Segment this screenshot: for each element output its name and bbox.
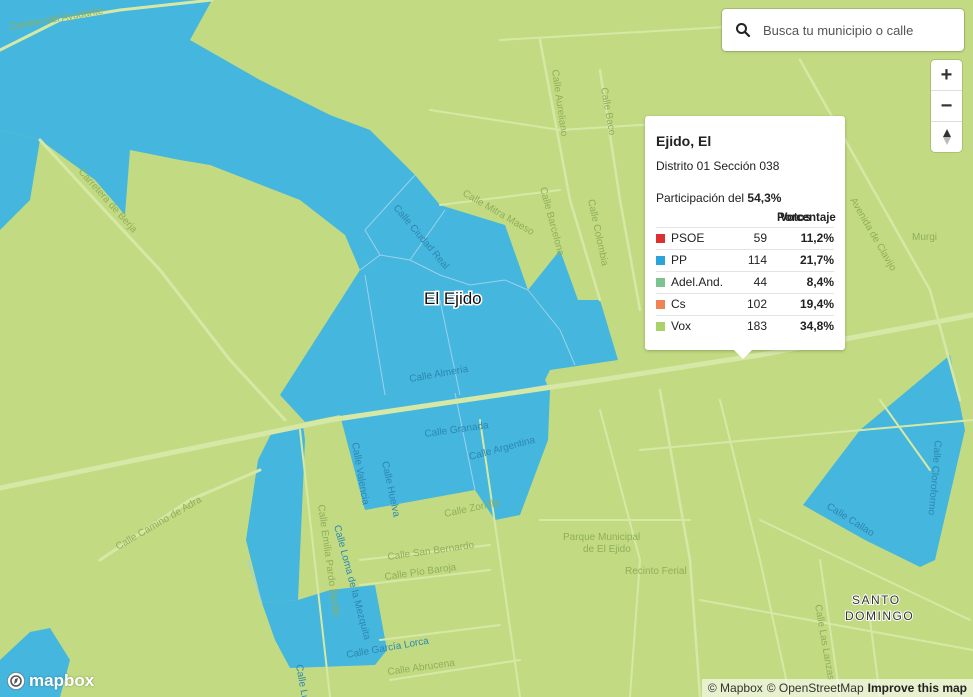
party-row: Vox 183 34,8% <box>656 315 834 337</box>
popup-title: Ejido, El <box>656 133 712 149</box>
party-votes: 183 <box>746 319 767 333</box>
improve-map-link[interactable]: Improve this map <box>868 681 967 695</box>
results-table: PSOE 59 11,2% PP 114 21,7% Adel.And. 44 … <box>656 227 834 337</box>
compass-icon <box>942 129 951 145</box>
place-label: Murgi <box>912 232 937 243</box>
popup-participation: Participación del 54,3% <box>656 191 781 205</box>
party-percent: 19,4% <box>799 297 834 311</box>
neighborhood-label: DOMINGO <box>845 609 914 623</box>
neighborhood-label: SANTO <box>852 593 901 607</box>
party-name: PSOE <box>671 231 705 245</box>
party-votes: 102 <box>746 297 767 311</box>
attribution-mapbox-link[interactable]: © Mapbox <box>708 681 763 695</box>
party-name: Vox <box>671 319 692 333</box>
map-attribution: © Mapbox © OpenStreetMap Improve this ma… <box>701 679 973 697</box>
mapbox-logo-text: mapbox <box>29 671 95 690</box>
place-label: de El Ejido <box>583 544 631 555</box>
participation-value: 54,3% <box>747 191 782 205</box>
party-percent: 34,8% <box>799 319 834 333</box>
party-row: PSOE 59 11,2% <box>656 227 834 249</box>
party-color-swatch <box>656 234 665 243</box>
zoom-in-button[interactable]: + <box>931 60 962 91</box>
search-icon <box>736 23 751 38</box>
participation-label: Participación del <box>656 191 745 205</box>
party-name: Cs <box>671 297 686 311</box>
town-label: El Ejido <box>424 289 482 308</box>
mapbox-logo-icon <box>7 672 25 690</box>
party-percent: 21,7% <box>799 253 834 267</box>
party-votes: 44 <box>753 275 767 289</box>
popup-section: Distrito 01 Sección 038 <box>656 159 780 173</box>
results-popup: Ejido, El Distrito 01 Sección 038 Partic… <box>645 116 845 359</box>
compass-button[interactable] <box>931 122 962 152</box>
party-percent: 11,2% <box>800 231 834 245</box>
zoom-controls: + − <box>931 60 962 152</box>
place-label: Parque Municipal <box>563 532 640 543</box>
party-color-swatch <box>656 278 665 287</box>
party-row: PP 114 21,7% <box>656 249 834 271</box>
party-color-swatch <box>656 256 665 265</box>
party-votes: 114 <box>747 253 767 267</box>
party-color-swatch <box>656 300 665 309</box>
attribution-osm-link[interactable]: © OpenStreetMap <box>767 681 864 695</box>
search-placeholder[interactable]: Busca tu municipio o calle <box>763 23 913 38</box>
party-color-swatch <box>656 322 665 331</box>
place-label: Recinto Ferial <box>625 566 687 577</box>
percent-header: Porcentaje <box>777 212 836 224</box>
party-name: PP <box>671 253 688 267</box>
mapbox-logo[interactable]: mapbox <box>6 671 94 691</box>
party-row: Adel.And. 44 8,4% <box>656 271 834 293</box>
zoom-out-button[interactable]: − <box>931 91 962 122</box>
party-row: Cs 102 19,4% <box>656 293 834 315</box>
party-votes: 59 <box>753 231 767 245</box>
search-box[interactable]: Busca tu municipio o calle <box>722 9 964 51</box>
party-percent: 8,4% <box>806 275 834 289</box>
